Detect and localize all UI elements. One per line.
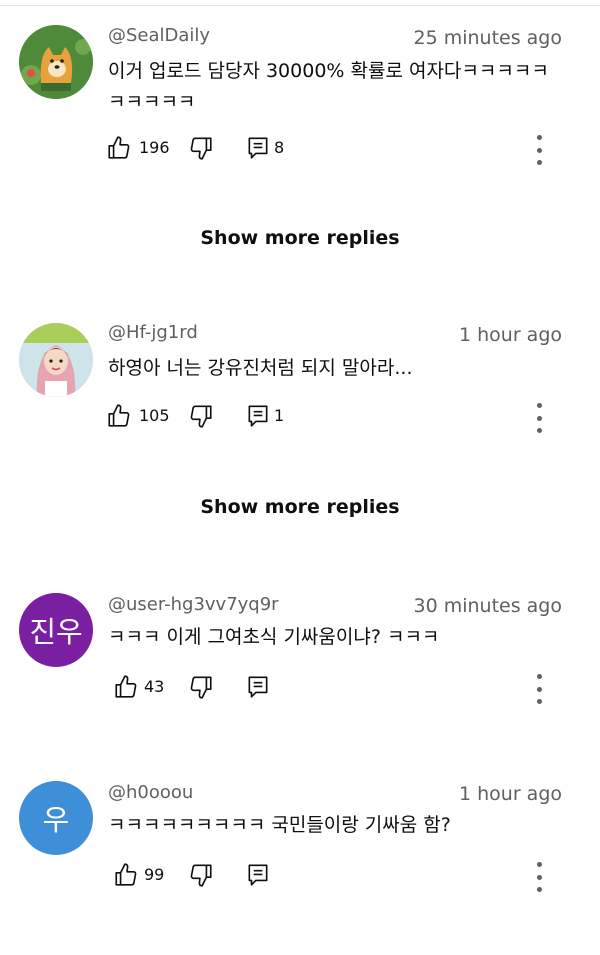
more-vert-icon[interactable] (532, 862, 546, 892)
shiba-avatar-image (19, 25, 93, 99)
comment-item: 진우 @user-hg3vv7yq9r 30 minutes ago ㅋㅋㅋ 이… (0, 567, 600, 767)
reply-count: 8 (274, 138, 285, 157)
reply-comment-icon[interactable] (245, 862, 271, 888)
comment-author[interactable]: @Hf-jg1rd (108, 322, 198, 343)
like-count: 105 (139, 406, 170, 425)
girl-avatar-image (19, 323, 93, 397)
comment-timestamp[interactable]: 1 hour ago (459, 324, 562, 346)
more-vert-icon[interactable] (532, 135, 546, 165)
comment-author[interactable]: @h0ooou (108, 782, 193, 803)
comment-timestamp[interactable]: 1 hour ago (459, 783, 562, 805)
thumb-down-icon[interactable] (188, 403, 214, 429)
comment-text: ㅋㅋㅋㅋㅋㅋㅋㅋㅋ 국민들이랑 기싸움 함? (108, 814, 451, 836)
thumb-up-icon[interactable] (106, 135, 132, 161)
avatar[interactable] (19, 323, 93, 397)
comment-text: 이거 업로드 담당자 30000% 확률로 여자다ㅋㅋㅋㅋㅋ ㅋㅋㅋㅋㅋ (108, 60, 549, 113)
like-count: 43 (144, 677, 165, 696)
comment-actions: 105 1 (106, 403, 546, 433)
comment-item: 우 @h0ooou 1 hour ago ㅋㅋㅋㅋㅋㅋㅋㅋㅋ 국민들이랑 기싸움… (0, 755, 600, 955)
comment-timestamp[interactable]: 25 minutes ago (414, 27, 563, 49)
show-more-replies-button[interactable]: Show more replies (0, 496, 600, 518)
show-more-replies-button[interactable]: Show more replies (0, 227, 600, 249)
comment-author[interactable]: @user-hg3vv7yq9r (108, 594, 279, 615)
reply-count: 1 (274, 406, 285, 425)
comment-author[interactable]: @SealDaily (108, 25, 210, 46)
thumb-down-icon[interactable] (188, 862, 214, 888)
avatar[interactable] (19, 25, 93, 99)
comment-actions: 196 8 (106, 135, 546, 165)
comment-actions: 43 (106, 674, 546, 704)
more-vert-icon[interactable] (532, 403, 546, 433)
comment-item: @Hf-jg1rd 1 hour ago 하영아 너는 강유진처럼 되지 말아라… (0, 297, 600, 497)
comment-actions: 99 (106, 862, 546, 892)
comment-timestamp[interactable]: 30 minutes ago (414, 595, 563, 617)
comment-item: @SealDaily 25 minutes ago 이거 업로드 담당자 300… (0, 0, 600, 200)
like-count: 99 (144, 865, 165, 884)
thumb-up-icon[interactable] (106, 403, 132, 429)
comment-text: ㅋㅋㅋ 이게 그여초식 기싸움이냐? ㅋㅋㅋ (108, 626, 440, 648)
thumb-up-icon[interactable] (113, 862, 139, 888)
comment-text: 하영아 너는 강유진처럼 되지 말아라... (108, 357, 413, 379)
reply-comment-icon[interactable] (245, 135, 271, 161)
thumb-down-icon[interactable] (188, 135, 214, 161)
thumb-down-icon[interactable] (188, 674, 214, 700)
thumb-up-icon[interactable] (113, 674, 139, 700)
avatar[interactable]: 진우 (19, 593, 93, 667)
reply-comment-icon[interactable] (245, 403, 271, 429)
like-count: 196 (139, 138, 170, 157)
reply-comment-icon[interactable] (245, 674, 271, 700)
more-vert-icon[interactable] (532, 674, 546, 704)
avatar[interactable]: 우 (19, 781, 93, 855)
